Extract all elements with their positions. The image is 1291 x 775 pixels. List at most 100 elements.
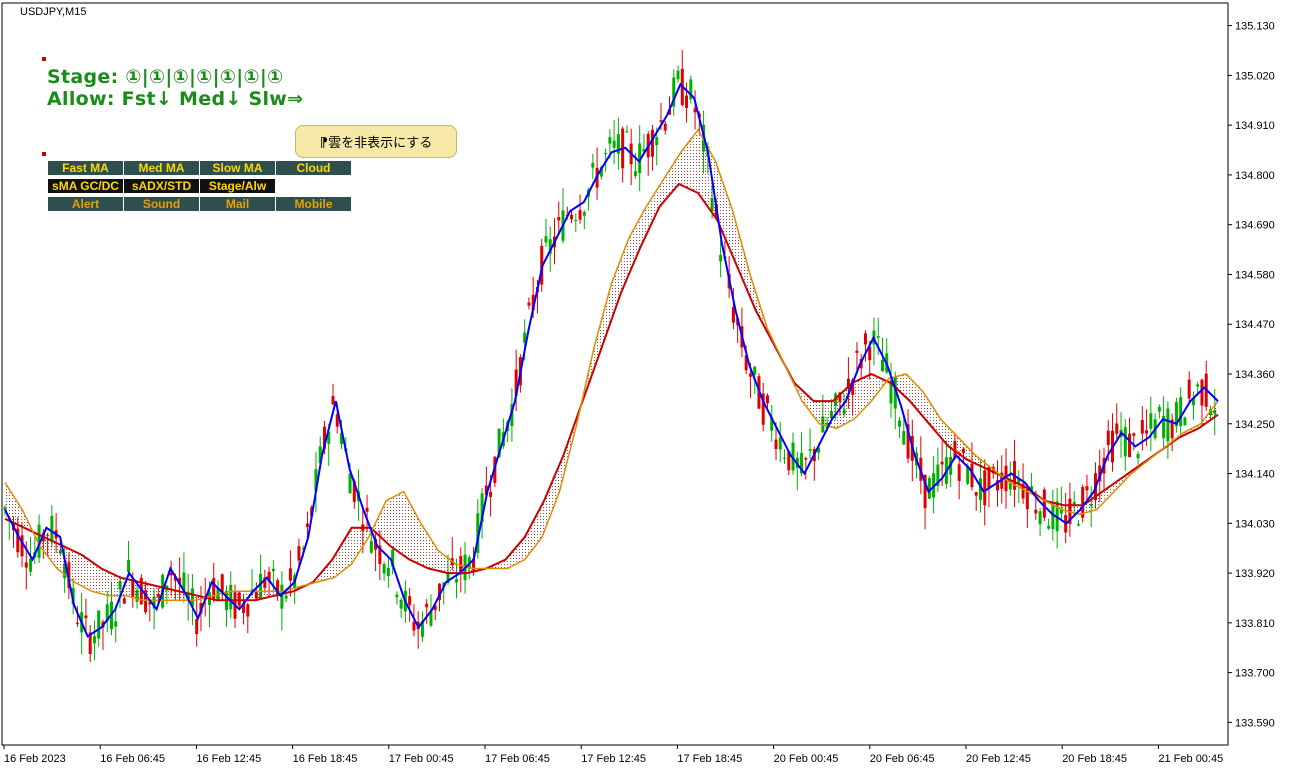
x-tick-label: 17 Feb 12:45 xyxy=(581,753,646,765)
x-tick-label: 17 Feb 18:45 xyxy=(677,753,742,765)
candle-body xyxy=(1106,430,1110,445)
x-tick-label: 16 Feb 2023 xyxy=(4,753,66,765)
candle-body xyxy=(557,216,561,221)
candle-body xyxy=(808,449,812,451)
y-tick-label: 134.910 xyxy=(1235,120,1275,132)
candle-body xyxy=(570,214,574,220)
candle-body xyxy=(24,562,28,568)
chart-canvas[interactable]: 135.130 135.020 134.910 134.800 134.690 134.5… xyxy=(0,0,1291,770)
x-tick-label: 16 Feb 12:45 xyxy=(196,753,261,765)
symbol-label: USDJPY,M15 xyxy=(20,6,87,18)
candle-body xyxy=(489,491,493,497)
candle-body xyxy=(663,123,667,131)
y-tick-label: 134.140 xyxy=(1235,469,1275,481)
candle-body xyxy=(395,594,399,598)
candle-body xyxy=(876,336,880,338)
candle-body xyxy=(1123,427,1127,457)
candle-body xyxy=(84,615,88,619)
x-tick-label: 20 Feb 00:45 xyxy=(774,753,839,765)
candle-body xyxy=(612,140,616,148)
candle-body xyxy=(855,350,859,353)
candle-body xyxy=(940,461,944,465)
price-chart[interactable]: 135.130 135.020 134.910 134.800 134.690 134.5… xyxy=(0,0,1291,770)
mobile-button[interactable]: Mobile xyxy=(276,197,351,211)
y-tick-label: 134.800 xyxy=(1235,170,1275,182)
panel-anchor-marker[interactable] xyxy=(42,57,46,61)
y-tick-label: 134.580 xyxy=(1235,269,1275,281)
candle-body xyxy=(659,120,663,122)
candle-body xyxy=(650,129,654,157)
candle-body xyxy=(122,598,126,604)
med-ma-button[interactable]: Med MA xyxy=(124,161,199,175)
candle-body xyxy=(1047,525,1051,529)
cloud-toggle-button[interactable]: Cloud xyxy=(276,161,351,175)
candle-body xyxy=(1136,453,1140,459)
candle-body xyxy=(369,540,373,553)
panel-anchor-marker[interactable] xyxy=(42,152,46,156)
candle-body xyxy=(1128,433,1132,458)
candle-body xyxy=(1132,433,1136,436)
sma-gcdc-button[interactable]: sMA GC/DC xyxy=(48,179,123,193)
x-tick-label: 16 Feb 06:45 xyxy=(100,753,165,765)
candle-body xyxy=(1145,430,1149,434)
candle-body xyxy=(544,236,548,243)
candle-body xyxy=(365,507,369,512)
candle-body xyxy=(604,153,608,155)
y-tick-label: 135.130 xyxy=(1235,21,1275,33)
candle-body xyxy=(748,373,752,377)
candle-body xyxy=(957,464,961,481)
x-tick-label: 20 Feb 06:45 xyxy=(870,753,935,765)
candle-body xyxy=(880,359,884,372)
hide-cloud-button[interactable]: ⁋雲を非表示にする xyxy=(295,125,457,158)
candle-body xyxy=(774,439,778,450)
x-tick-label: 17 Feb 00:45 xyxy=(389,753,454,765)
candle-body xyxy=(29,558,33,572)
candle-body xyxy=(1157,406,1161,412)
stage-alw-button[interactable]: Stage/Alw xyxy=(200,179,275,193)
candle-body xyxy=(633,171,637,176)
candle-body xyxy=(591,162,595,168)
candle-body xyxy=(1200,379,1204,406)
x-tick-label: 20 Feb 12:45 xyxy=(966,753,1031,765)
y-tick-label: 133.810 xyxy=(1235,618,1275,630)
alert-button[interactable]: Alert xyxy=(48,197,123,211)
allow-status: Allow: Fst↓ Med↓ Slw⇒ xyxy=(47,88,304,110)
candle-body xyxy=(608,137,612,144)
candle-body xyxy=(1179,397,1183,427)
y-tick-label: 134.360 xyxy=(1235,369,1275,381)
sadx-std-button[interactable]: sADX/STD xyxy=(124,179,199,193)
candle-body xyxy=(1149,413,1153,429)
candle-body xyxy=(582,212,586,216)
fast-ma-button[interactable]: Fast MA xyxy=(48,161,123,175)
candle-body xyxy=(399,599,403,609)
candle-body xyxy=(719,254,723,262)
candle-body xyxy=(1166,408,1170,442)
candle-body xyxy=(271,568,275,572)
candle-body xyxy=(1140,419,1144,434)
x-tick-label: 20 Feb 18:45 xyxy=(1062,753,1127,765)
candle-body xyxy=(783,457,787,459)
y-tick-label: 134.470 xyxy=(1235,319,1275,331)
candle-body xyxy=(898,420,902,427)
slow-ma-button[interactable]: Slow MA xyxy=(200,161,275,175)
candle-body xyxy=(382,564,386,574)
sound-button[interactable]: Sound xyxy=(124,197,199,211)
candle-body xyxy=(804,458,808,460)
candle-body xyxy=(331,395,335,405)
candle-body xyxy=(676,70,680,80)
candle-body xyxy=(92,636,96,644)
candle-body xyxy=(425,603,429,608)
y-tick-label: 134.250 xyxy=(1235,419,1275,431)
y-tick-label: 135.020 xyxy=(1235,70,1275,82)
candle-body xyxy=(195,619,199,635)
candle-body xyxy=(288,568,292,581)
candle-body xyxy=(284,595,288,599)
candle-body xyxy=(114,621,118,627)
candle-body xyxy=(127,560,131,573)
candle-body xyxy=(974,491,978,496)
x-tick-label: 17 Feb 06:45 xyxy=(485,753,550,765)
plot-frame xyxy=(1,2,1229,746)
candle-body xyxy=(246,604,250,617)
mail-button[interactable]: Mail xyxy=(200,197,275,211)
candle-body xyxy=(305,523,309,527)
